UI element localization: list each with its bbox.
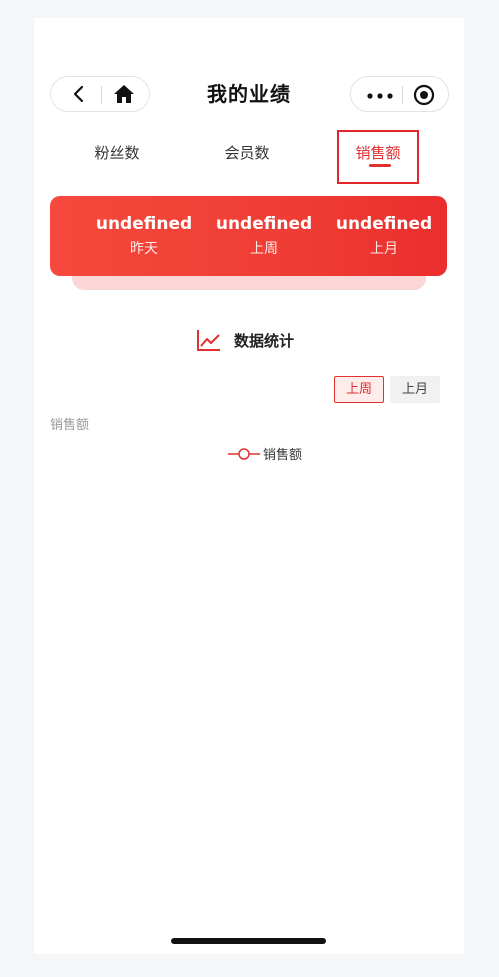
more-icon[interactable] [367,93,393,99]
tab-active-underline [369,164,391,167]
tab-sales[interactable]: 销售额 [337,130,419,184]
phone-screen: 我的业绩 粉丝数 会员数 销售额 undefined 昨天 undefined … [34,18,464,954]
stat-last-week: undefined 上周 [204,214,324,258]
tab-members[interactable]: 会员数 [202,142,292,163]
nav-capsule-right [350,76,449,112]
sales-summary-card: undefined 昨天 undefined 上周 undefined 上月 [50,196,447,276]
stat-label: 上周 [250,241,278,257]
stat-value: undefined [335,214,433,234]
range-last-week-button[interactable]: 上周 [334,376,384,403]
tab-sales-label: 销售额 [355,144,401,162]
divider [402,86,403,104]
close-miniprogram-icon[interactable] [413,84,435,106]
tab-fans[interactable]: 粉丝数 [72,142,162,163]
chart-y-axis-label: 销售额 [50,418,90,433]
stat-label: 上月 [370,241,398,257]
section-title: 数据统计 [234,332,295,350]
stat-value: undefined [215,214,313,234]
home-indicator [171,938,326,944]
stat-yesterday: undefined 昨天 [84,214,204,258]
line-chart-icon [197,330,220,351]
stat-last-month: undefined 上月 [324,214,444,258]
legend-series-label: 销售额 [263,448,303,463]
legend-line-marker [228,448,260,460]
stat-value: undefined [95,214,193,234]
range-last-month-button[interactable]: 上月 [390,376,440,403]
stat-label: 昨天 [130,241,158,257]
